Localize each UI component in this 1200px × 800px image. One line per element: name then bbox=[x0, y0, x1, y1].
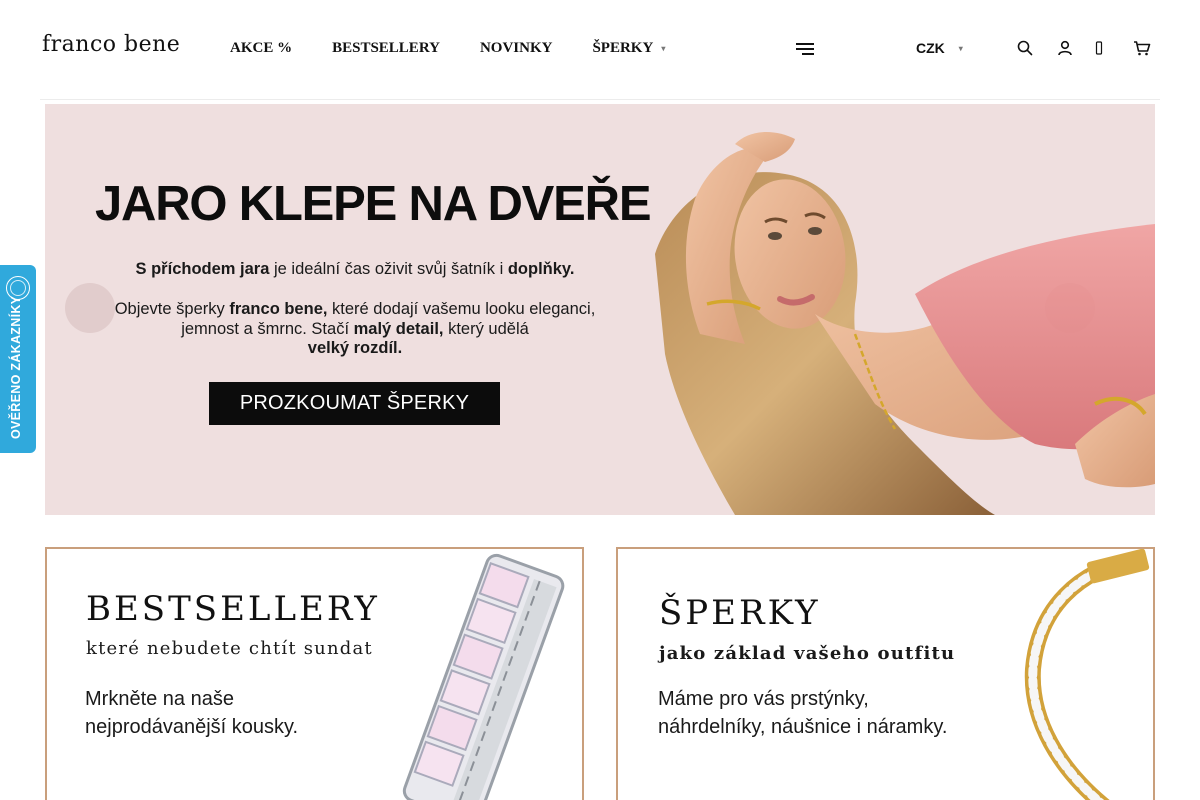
card-description: Mrkněte na naše nejprodávanější kousky. bbox=[85, 685, 298, 741]
user-icon[interactable] bbox=[1055, 38, 1075, 58]
card-subtitle: jako základ vašeho outfitu bbox=[659, 643, 956, 664]
nav-item-label: NOVINKY bbox=[479, 40, 553, 56]
badge-label: OVĚŘENO ZÁKAZNÍKY bbox=[9, 295, 23, 439]
search-icon[interactable] bbox=[1015, 38, 1035, 58]
hero-intro-bold-end: doplňky. bbox=[507, 260, 575, 278]
heart-icon[interactable] bbox=[1089, 38, 1109, 58]
card-subtitle: které nebudete chtít sundat bbox=[86, 638, 373, 659]
main-nav: AKCE % BESTSELLERY NOVINKY ŠPERKY ▾ bbox=[230, 40, 665, 57]
chevron-down-icon: ▾ bbox=[661, 44, 666, 53]
nav-item-label: ŠPERKY bbox=[592, 40, 654, 56]
card-desc-line: nejprodávanější kousky. bbox=[85, 716, 299, 738]
explore-jewelry-button[interactable]: PROZKOUMAT ŠPERKY bbox=[209, 382, 500, 425]
nav-item-label: BESTSELLERY bbox=[332, 40, 440, 56]
hero-title: JARO KLEPE NA DVEŘE bbox=[95, 177, 652, 231]
card-description: Máme pro vás prstýnky, náhrdelníky, náuš… bbox=[658, 685, 947, 741]
promo-card-sperky[interactable]: ŠPERKY jako základ vašeho outfitu Máme p… bbox=[616, 547, 1155, 800]
currency-label: CZK bbox=[916, 40, 945, 56]
bracelet-product-image bbox=[1024, 549, 1150, 800]
nav-item-novinky[interactable]: NOVINKY bbox=[480, 40, 553, 57]
hero-intro-bold: S příchodem jara bbox=[135, 260, 270, 278]
promo-card-bestsellery[interactable]: BESTSELLERY které nebudete chtít sundat … bbox=[45, 547, 584, 800]
ring-product-image bbox=[402, 553, 565, 800]
hero-banner[interactable]: JARO KLEPE NA DVEŘE S příchodem jara je … bbox=[45, 104, 1155, 515]
verified-customers-badge[interactable]: OVĚŘENO ZÁKAZNÍKY bbox=[0, 265, 36, 453]
hero-desc-part: který udělá bbox=[443, 319, 529, 338]
card-desc-line: náhrdelníky, náušnice i náramky. bbox=[658, 716, 948, 738]
card-title: BESTSELLERY bbox=[86, 589, 380, 629]
nav-item-sperky[interactable]: ŠPERKY ▾ bbox=[592, 40, 665, 57]
cart-icon[interactable] bbox=[1132, 38, 1152, 58]
brand-logo[interactable]: franco bene bbox=[42, 32, 180, 57]
hero-description: Objevte šperky franco bene, které dodají… bbox=[85, 300, 625, 359]
hero-intro-normal: je ideální čas oživit svůj šatník i bbox=[269, 260, 508, 278]
hero-desc-bold: malý detail, bbox=[353, 319, 444, 338]
card-desc-line: Máme pro vás prstýnky, bbox=[658, 688, 869, 710]
menu-icon[interactable] bbox=[796, 42, 814, 56]
carousel-prev-button[interactable] bbox=[65, 283, 115, 333]
site-header: franco bene AKCE % BESTSELLERY NOVINKY Š… bbox=[0, 0, 1200, 100]
nav-item-label: AKCE % bbox=[230, 40, 293, 56]
chevron-down-icon: ▾ bbox=[958, 43, 963, 53]
card-desc-line: Mrkněte na naše bbox=[85, 688, 234, 710]
nav-item-bestsellery[interactable]: BESTSELLERY bbox=[332, 40, 440, 57]
hero-desc-brand: franco bene, bbox=[229, 300, 328, 318]
header-divider bbox=[40, 99, 1160, 100]
currency-selector[interactable]: CZK ▾ bbox=[916, 40, 963, 56]
card-title: ŠPERKY bbox=[659, 593, 821, 633]
nav-item-akce[interactable]: AKCE % bbox=[230, 40, 292, 57]
carousel-next-button[interactable] bbox=[1045, 283, 1095, 333]
hero-intro-text: S příchodem jara je ideální čas oživit s… bbox=[85, 260, 625, 279]
hero-desc-bold-end: velký rozdíl. bbox=[307, 339, 403, 357]
hero-desc-part: Objevte šperky bbox=[114, 300, 230, 318]
